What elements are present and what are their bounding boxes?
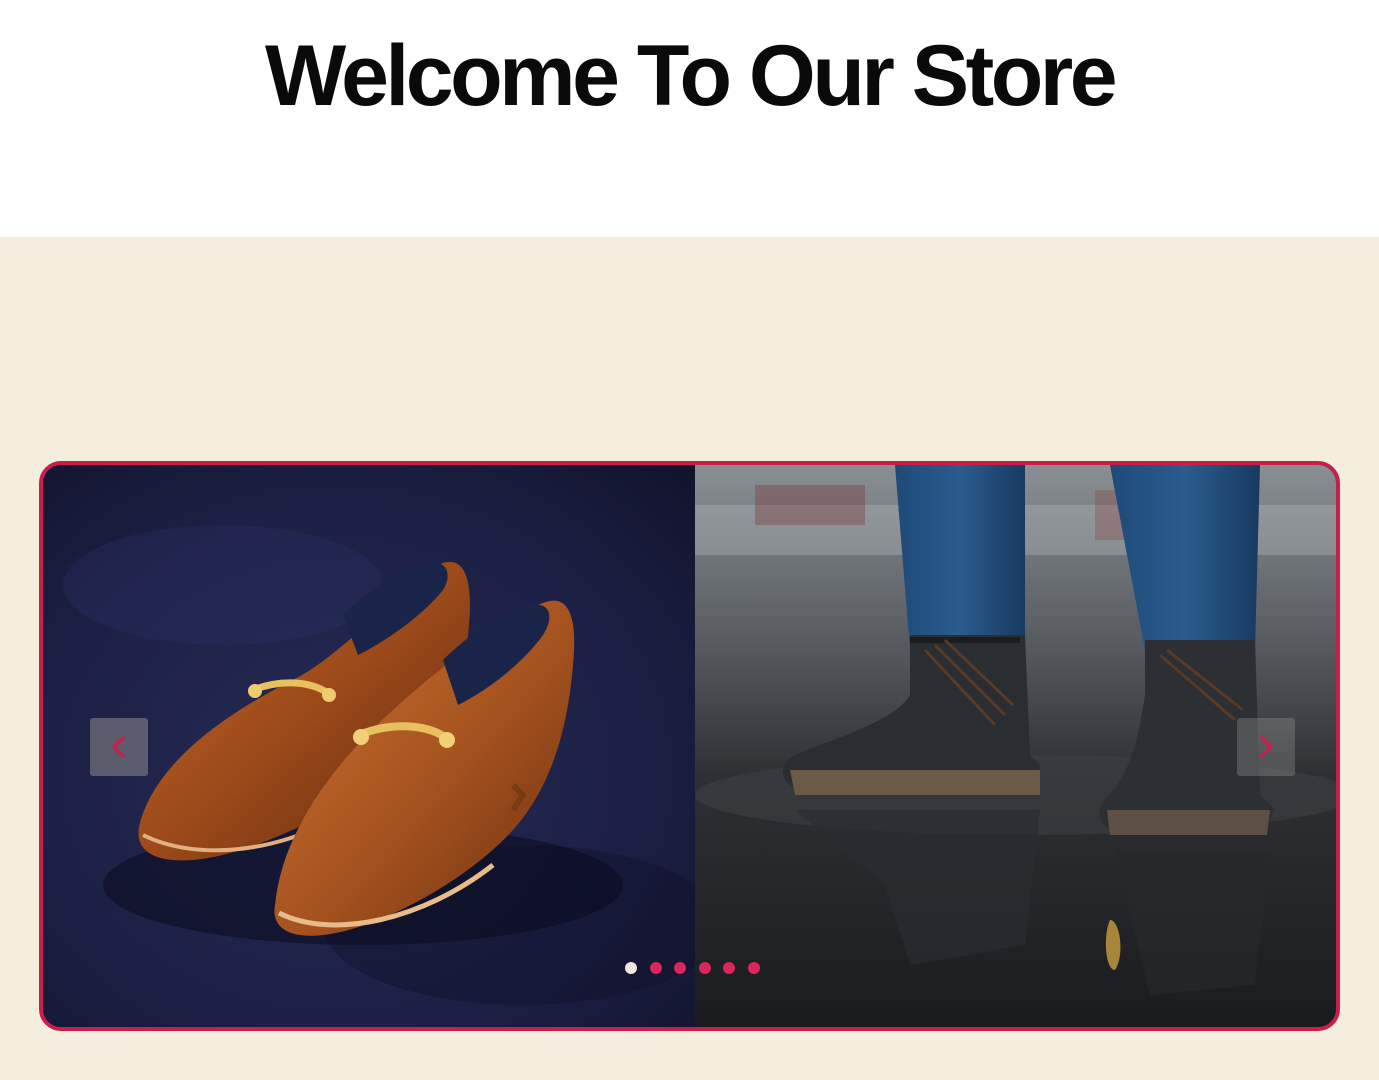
page-header: Welcome To Our Store (0, 0, 1379, 237)
chevron-left-icon (112, 736, 125, 758)
carousel-dot[interactable] (674, 962, 687, 974)
carousel-dot-active[interactable] (625, 962, 637, 974)
carousel-dot[interactable] (747, 962, 760, 974)
carousel-prev-button[interactable] (90, 718, 148, 776)
carousel-indicators (625, 962, 760, 974)
carousel-next-button[interactable] (1237, 718, 1295, 776)
carousel-dot[interactable] (649, 962, 662, 974)
carousel-dot[interactable] (723, 962, 736, 974)
page-title: Welcome To Our Store (264, 28, 1118, 124)
image-carousel[interactable] (39, 461, 1340, 1031)
chevron-right-icon (1260, 736, 1273, 758)
carousel-dot[interactable] (698, 962, 711, 974)
